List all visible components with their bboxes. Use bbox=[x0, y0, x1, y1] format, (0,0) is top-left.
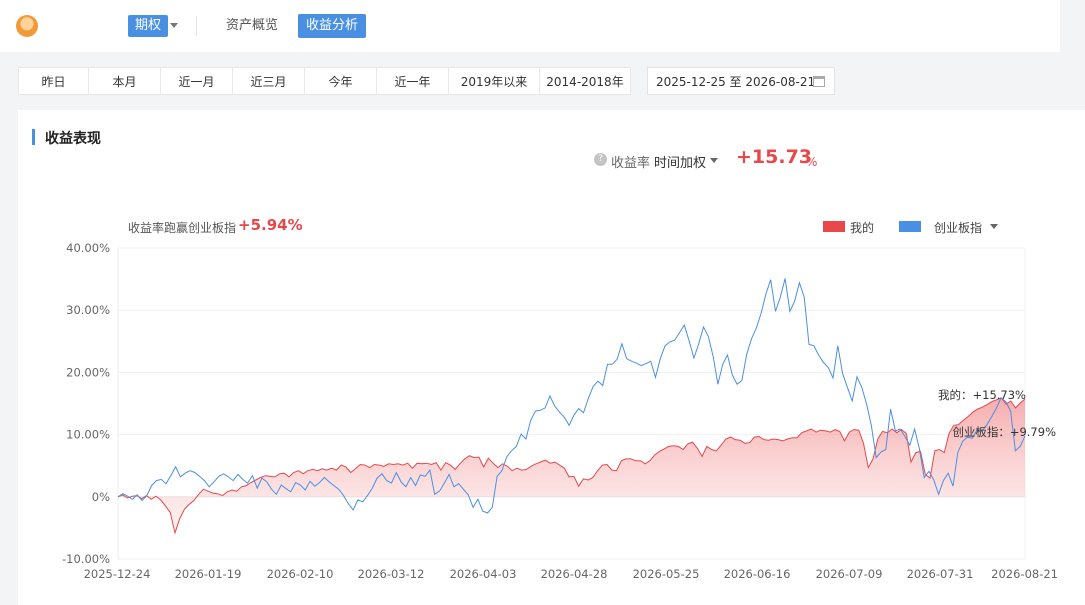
y-tick-label: -10.00% bbox=[62, 552, 110, 566]
x-tick-label: 2025-12-24 bbox=[84, 567, 151, 581]
chart-labels: 40.00% 30.00% 20.00% 10.00% 0% -10.00%2025-12… bbox=[62, 241, 1058, 581]
top-bar: 期权 资产概览 收益分析 bbox=[0, 0, 1060, 52]
y-tick-label: 10.00% bbox=[66, 428, 110, 442]
y-tick-label: 0% bbox=[92, 490, 110, 504]
x-tick-label: 2026-04-03 bbox=[450, 567, 517, 581]
x-tick-label: 2026-01-19 bbox=[175, 567, 242, 581]
chevron-down-icon[interactable] bbox=[170, 23, 178, 28]
date-range-picker[interactable]: 2025-12-25 至 2026-08-21 bbox=[647, 67, 835, 95]
x-tick-label: 2026-03-12 bbox=[358, 567, 425, 581]
x-tick-label: 2026-02-10 bbox=[267, 567, 334, 581]
performance-panel: 收益表现 ? 收益率 时间加权 +15.73 % 收益率跑赢创业板指 +5.94… bbox=[18, 110, 1085, 605]
avatar[interactable] bbox=[16, 15, 38, 37]
return-chart: 40.00% 30.00% 20.00% 10.00% 0% -10.00%2025-12… bbox=[62, 241, 1058, 581]
range-2014-2018[interactable]: 2014-2018年 bbox=[539, 67, 631, 95]
x-tick-label: 2026-08-21 bbox=[991, 567, 1058, 581]
x-tick-label: 2026-05-25 bbox=[633, 567, 700, 581]
range-this-month[interactable]: 本月 bbox=[88, 67, 161, 95]
range-this-year[interactable]: 今年 bbox=[304, 67, 377, 95]
end-label-mine: 我的：+15.73% bbox=[938, 388, 1026, 402]
x-tick-label: 2026-07-09 bbox=[816, 567, 883, 581]
tab-return-analysis[interactable]: 收益分析 bbox=[298, 14, 367, 38]
range-last-month[interactable]: 近一月 bbox=[160, 67, 233, 95]
range-last-3-months[interactable]: 近三月 bbox=[232, 67, 305, 95]
range-selector: 昨日 本月 近一月 近三月 今年 近一年 2019年以来 2014-2018年 bbox=[18, 67, 631, 95]
x-tick-label: 2026-06-16 bbox=[724, 567, 791, 581]
date-range-text: 2025-12-25 至 2026-08-21 bbox=[656, 75, 816, 89]
account-selector[interactable]: 期权 bbox=[128, 15, 169, 37]
y-tick-label: 20.00% bbox=[66, 365, 110, 379]
range-yesterday[interactable]: 昨日 bbox=[18, 67, 89, 95]
tab-asset-overview[interactable]: 资产概览 bbox=[218, 14, 286, 38]
end-label-index: 创业板指：+9.79% bbox=[952, 425, 1056, 439]
y-tick-label: 40.00% bbox=[66, 241, 110, 255]
x-tick-label: 2026-04-28 bbox=[541, 567, 608, 581]
calendar-icon[interactable] bbox=[813, 76, 825, 87]
range-since-2019[interactable]: 2019年以来 bbox=[448, 67, 540, 95]
range-last-year[interactable]: 近一年 bbox=[376, 67, 449, 95]
divider bbox=[196, 16, 197, 36]
y-tick-label: 30.00% bbox=[66, 303, 110, 317]
x-tick-label: 2026-07-31 bbox=[907, 567, 974, 581]
series-mine-area bbox=[118, 397, 1025, 533]
chart-grid bbox=[117, 247, 1026, 560]
